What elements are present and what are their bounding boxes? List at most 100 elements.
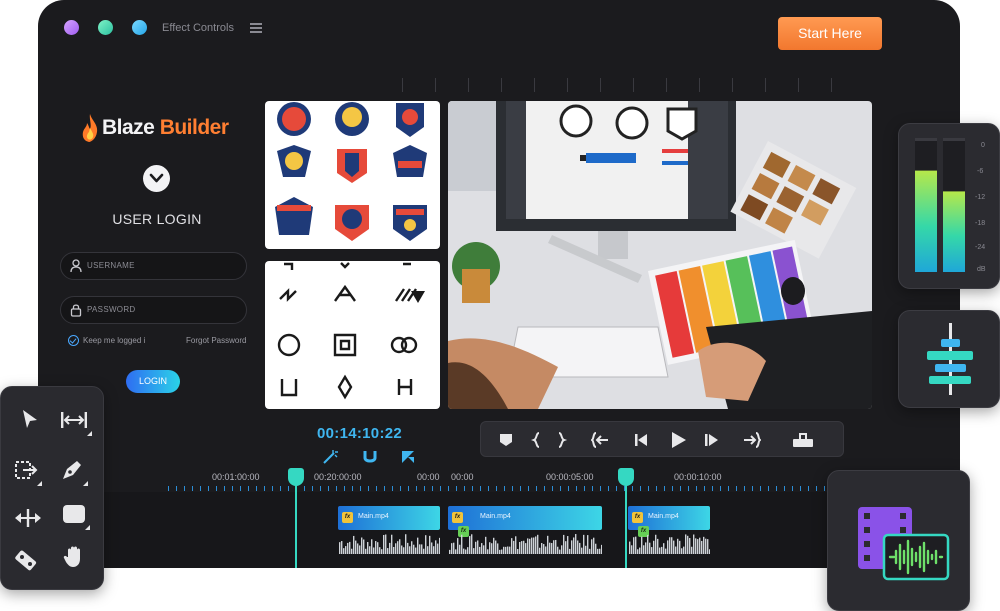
go-to-in-icon[interactable] [591, 431, 609, 449]
waveform-bar [373, 547, 375, 554]
waveform-bar [653, 540, 655, 554]
export-frame-icon[interactable] [791, 431, 815, 449]
waveform-bar [477, 540, 479, 554]
audio-waveform[interactable] [338, 532, 440, 554]
start-here-button[interactable]: Start Here [778, 17, 882, 50]
waveform-bar [387, 548, 389, 554]
align-tool-card[interactable] [898, 310, 1000, 408]
timeline-tick [376, 486, 377, 491]
waveform-bar [635, 536, 637, 554]
timeline[interactable]: 00:01:00:00 00:20:00:00 00:00 00:00 00:0… [38, 468, 960, 568]
rectangle-tool-icon[interactable] [61, 501, 90, 530]
waveform-bar [649, 542, 651, 554]
ruler-tick [600, 78, 601, 92]
waveform-bar [509, 546, 511, 554]
waveform-bar [481, 543, 483, 554]
audio-waveform[interactable] [628, 532, 710, 554]
forgot-password-link[interactable]: Forgot Password [186, 336, 246, 345]
window-maximize-dot[interactable] [132, 20, 147, 35]
video-clip[interactable]: fx Main.mp4 [448, 506, 602, 530]
waveform-bar [655, 534, 657, 554]
timeline-tick [496, 486, 497, 491]
snap-magnet-icon[interactable] [362, 449, 378, 465]
step-forward-icon[interactable] [703, 431, 721, 449]
waveform-bar [537, 534, 539, 554]
video-clip[interactable]: fx Main.mp4 [338, 506, 440, 530]
waveform-bar [559, 549, 561, 554]
waveform-bar [381, 549, 383, 554]
waveform-bar [423, 548, 425, 554]
clip-label: Main.mp4 [648, 513, 679, 520]
playhead-handle[interactable] [288, 468, 304, 486]
timeline-tick [800, 486, 801, 491]
magic-wand-icon[interactable] [322, 449, 338, 465]
badges-thumbnail[interactable] [265, 101, 440, 249]
waveform-bar [457, 538, 459, 554]
timeline-tick [168, 486, 169, 491]
waveform-bar [597, 548, 599, 554]
timeline-tick [816, 486, 817, 491]
fx-badge: fx [342, 512, 353, 523]
login-button[interactable]: LOGIN [126, 370, 180, 393]
timeline-tick [184, 486, 185, 491]
window-close-dot[interactable] [64, 20, 79, 35]
logos-thumbnail[interactable] [265, 261, 440, 409]
meter-scale-label: 0 [981, 142, 985, 149]
move-tool-icon[interactable] [13, 505, 43, 531]
editor-window: Effect Controls Start Here Blaze Builder… [38, 0, 960, 568]
waveform-bar [409, 546, 411, 554]
waveform-bar [519, 541, 521, 554]
username-field[interactable]: USERNAME [60, 252, 247, 280]
ruler-tick [699, 78, 700, 92]
audio-waveform[interactable] [448, 532, 602, 554]
waveform-bar [689, 538, 691, 554]
bracket-out-icon[interactable] [551, 431, 569, 449]
select-arrow-icon[interactable] [17, 407, 43, 433]
waveform-bar [451, 543, 453, 554]
keep-logged-checkbox[interactable] [68, 335, 79, 346]
waveform-bar [407, 542, 409, 554]
timeline-tick [640, 486, 641, 491]
ruler-tick [501, 78, 502, 92]
timeline-tick [472, 486, 473, 491]
waveform-bar [435, 540, 437, 554]
waveform-bar [357, 543, 359, 554]
waveform-bar [575, 534, 577, 554]
waveform-bar [383, 534, 385, 554]
waveform-bar [673, 540, 675, 554]
ruler-tick [567, 78, 568, 92]
waveform-bar [343, 548, 345, 554]
waveform-bar [345, 546, 347, 554]
waveform-bar [379, 547, 381, 554]
waveform-bar [507, 546, 509, 554]
hamburger-menu-icon[interactable] [250, 23, 262, 33]
waveform-bar [591, 539, 593, 554]
video-preview[interactable] [448, 101, 872, 409]
crop-tool-icon[interactable] [400, 449, 416, 465]
ripple-edit-icon[interactable] [59, 407, 92, 436]
waveform-bar [339, 542, 341, 554]
playhead-handle[interactable] [618, 468, 634, 486]
time-label: 00:00 [451, 472, 474, 482]
marker-icon[interactable] [497, 431, 515, 449]
step-back-icon[interactable] [633, 431, 651, 449]
razor-tool-icon[interactable] [13, 547, 39, 573]
chevron-down-icon[interactable] [143, 165, 170, 192]
window-minimize-dot[interactable] [98, 20, 113, 35]
waveform-bar [437, 543, 439, 554]
waveform-bar [541, 543, 543, 554]
timeline-tick [352, 486, 353, 491]
timeline-ruler[interactable] [38, 484, 960, 492]
meter-scale-label: -24 [975, 244, 986, 251]
slip-tool-icon[interactable] [13, 457, 42, 486]
bracket-in-icon[interactable] [531, 431, 549, 449]
hand-tool-icon[interactable] [61, 543, 87, 569]
pen-tool-icon[interactable] [59, 457, 88, 486]
timeline-tick [712, 486, 713, 491]
media-clip-card[interactable] [827, 470, 970, 611]
timeline-tick [480, 486, 481, 491]
go-to-out-icon[interactable] [743, 431, 761, 449]
password-field[interactable]: PASSWORD [60, 296, 247, 324]
timeline-tick [464, 486, 465, 491]
play-icon[interactable] [667, 429, 689, 451]
